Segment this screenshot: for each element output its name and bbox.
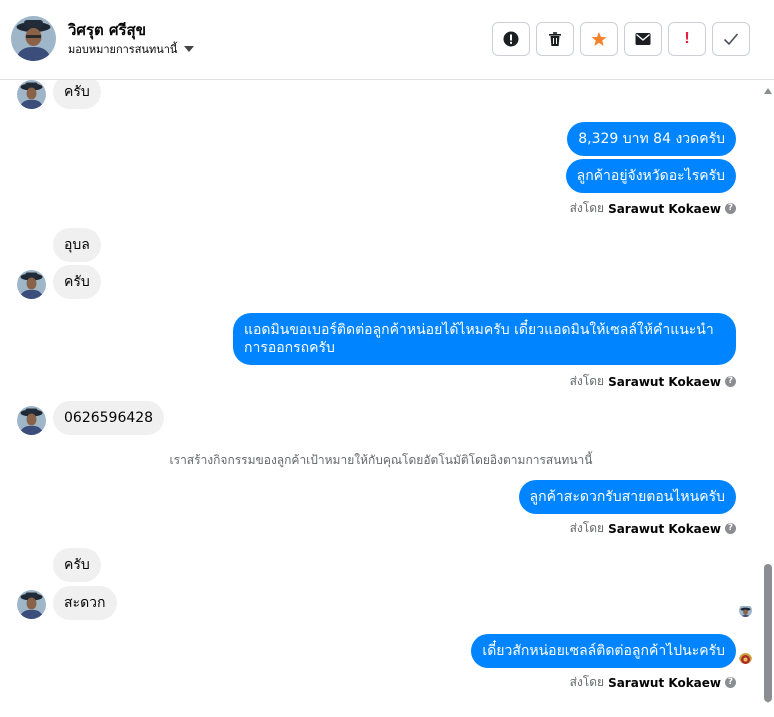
trash-icon [547, 31, 563, 47]
outgoing-message[interactable]: ลูกค้าอยู่จังหวัดอะไรครับ [565, 159, 736, 193]
sent-by-label: ส่งโดย Sarawut Kokaew ? [570, 519, 736, 538]
alert-icon [503, 31, 519, 47]
sender-name: Sarawut Kokaew [608, 201, 721, 216]
sent-by-label: ส่งโดย Sarawut Kokaew ? [570, 673, 736, 692]
alert-button[interactable] [492, 22, 530, 56]
help-icon[interactable]: ? [725, 523, 736, 534]
contact-avatar-small [17, 406, 46, 435]
mark-unread-button[interactable] [624, 22, 662, 56]
spam-button[interactable]: ! [668, 22, 706, 56]
thread-scrollbar[interactable] [762, 80, 774, 717]
action-toolbar: ! [492, 22, 750, 56]
sender-name: Sarawut Kokaew [608, 374, 721, 389]
sent-by-label: ส่งโดย Sarawut Kokaew ? [570, 372, 736, 391]
star-button[interactable] [580, 22, 618, 56]
incoming-message[interactable]: ครับ [53, 548, 101, 582]
outgoing-message[interactable]: ลูกค้าสะดวกรับสายตอนไหนครับ [518, 480, 736, 514]
outgoing-message[interactable]: 8,329 บาท 84 งวดครับ [567, 122, 736, 156]
incoming-message[interactable]: 0626596428 [53, 401, 165, 435]
spam-icon: ! [684, 30, 690, 47]
sent-by-prefix: ส่งโดย [569, 201, 605, 215]
page-avatar-icon [739, 651, 752, 664]
incoming-message[interactable]: สะดวก [53, 586, 117, 620]
sent-by-label: ส่งโดย Sarawut Kokaew ? [570, 199, 736, 218]
mark-done-button[interactable] [712, 22, 750, 56]
contact-avatar-small [17, 590, 46, 619]
contact-avatar-small [17, 270, 46, 299]
system-note: เราสร้างกิจกรรมของลูกค้าเป้าหมายให้กับคุ… [169, 453, 593, 467]
sent-by-prefix: ส่งโดย [569, 675, 605, 689]
check-icon [723, 32, 739, 46]
contact-avatar-small [17, 80, 46, 109]
assign-conversation-dropdown[interactable]: มอบหมายการสนทนานี้ [68, 40, 195, 58]
caret-down-icon [184, 46, 195, 52]
help-icon[interactable]: ? [725, 677, 736, 688]
outgoing-message[interactable]: แอดมินขอเบอร์ติดต่อลูกค้าหน่อยได้ไหมครับ… [233, 313, 736, 365]
contact-avatar[interactable] [11, 16, 56, 61]
scroll-down-arrow-icon[interactable] [764, 697, 772, 703]
message-thread[interactable]: ครับ 8,329 บาท 84 งวดครับ ลูกค้าอยู่จังห… [0, 80, 762, 717]
incoming-message[interactable]: ครับ [53, 80, 101, 109]
outgoing-message[interactable]: เดี๋ยวสักหน่อยเซลล์ติดต่อลูกค้าไปนะครับ [471, 634, 736, 668]
scroll-thumb[interactable] [764, 564, 772, 702]
sent-by-prefix: ส่งโดย [569, 374, 605, 388]
scroll-up-arrow-icon[interactable] [764, 88, 772, 94]
incoming-message[interactable]: ครับ [53, 265, 101, 299]
conversation-header: วิศรุต ศรีสุข มอบหมายการสนทนานี้ ! [0, 0, 774, 80]
star-icon [591, 31, 607, 47]
delete-button[interactable] [536, 22, 574, 56]
sender-name: Sarawut Kokaew [608, 675, 721, 690]
assign-label: มอบหมายการสนทนานี้ [68, 43, 178, 56]
help-icon[interactable]: ? [725, 376, 736, 387]
envelope-icon [635, 32, 651, 46]
seen-avatar-icon [739, 604, 752, 617]
contact-name: วิศรุต ศรีสุข [68, 21, 146, 39]
help-icon[interactable]: ? [725, 203, 736, 214]
sent-by-prefix: ส่งโดย [569, 521, 605, 535]
incoming-message[interactable]: อุบล [53, 228, 101, 262]
sender-name: Sarawut Kokaew [608, 521, 721, 536]
